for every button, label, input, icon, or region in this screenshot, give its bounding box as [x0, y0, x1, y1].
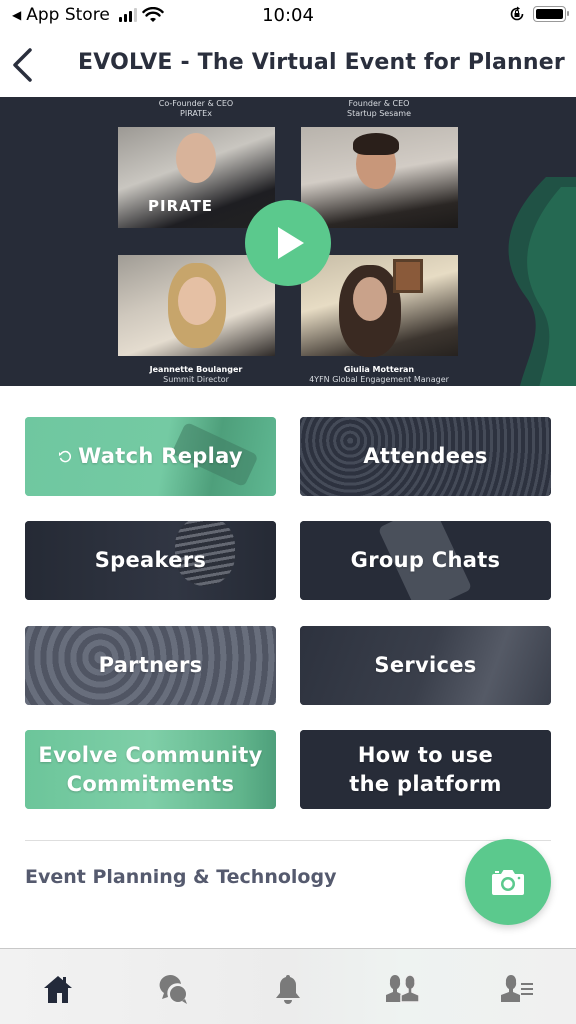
speaker-caption-3: Jeannette Boulanger Summit Director [149, 365, 243, 384]
evolve-community-label-line2: Commitments [66, 771, 235, 796]
camera-icon [492, 870, 524, 895]
speaker-video-tile [301, 255, 458, 357]
tab-profile[interactable] [498, 969, 538, 1009]
play-button[interactable] [245, 200, 331, 286]
divider [25, 840, 551, 841]
section-title: Event Planning & Technology [25, 866, 337, 888]
group-chats-label: Group Chats [350, 548, 501, 572]
speakers-button[interactable]: Speakers [25, 521, 276, 600]
partners-label: Partners [98, 653, 203, 677]
how-to-use-label-line1: How to use [357, 742, 494, 767]
video-player[interactable]: Co-Founder & CEO PIRATEx Founder & CEO S… [0, 97, 576, 386]
speaker-caption-2: Founder & CEO Startup Sesame [346, 99, 412, 118]
chat-bubbles-icon [159, 974, 188, 1004]
speaker-video-tile [301, 127, 458, 228]
people-icon [386, 974, 420, 1003]
speaker-caption-1: Co-Founder & CEO PIRATEx [158, 99, 234, 118]
decorative-wave [508, 177, 576, 386]
speaker-caption-4: Giulia Motteran 4YFN Global Engagement M… [309, 365, 449, 384]
watch-replay-button[interactable]: Watch Replay [25, 417, 276, 496]
profile-list-icon [501, 974, 533, 1002]
tab-bar [0, 948, 576, 1024]
how-to-use-label-line2: the platform [349, 771, 502, 796]
services-label: Services [374, 653, 477, 677]
attendees-button[interactable]: Attendees [300, 417, 551, 496]
how-to-use-platform-button[interactable]: How to use the platform [300, 730, 551, 809]
group-chats-button[interactable]: Group Chats [300, 521, 551, 600]
replay-icon [59, 450, 72, 462]
rotation-lock-icon [510, 6, 524, 21]
battery-icon [533, 6, 569, 22]
tab-home[interactable] [38, 969, 78, 1009]
evolve-community-commitments-button[interactable]: Evolve Community Commitments [25, 730, 276, 809]
page-title: EVOLVE - The Virtual Event for Planners … [78, 50, 566, 75]
play-icon [278, 227, 304, 259]
bell-icon [276, 975, 300, 1004]
status-right [509, 6, 569, 22]
home-icon [44, 976, 72, 1003]
speaker-video-tile: PIRATE [118, 127, 275, 228]
speaker-video-tile [118, 255, 275, 356]
shirt-text: PIRATE [148, 197, 214, 215]
tab-people[interactable] [383, 969, 423, 1009]
services-button[interactable]: Services [300, 626, 551, 705]
back-button[interactable] [10, 46, 40, 86]
status-time: 10:04 [262, 5, 314, 26]
attendees-label: Attendees [363, 444, 488, 468]
tab-chats[interactable] [153, 969, 193, 1009]
tab-notifications[interactable] [268, 969, 308, 1009]
speakers-label: Speakers [94, 548, 207, 572]
partners-button[interactable]: Partners [25, 626, 276, 705]
watch-replay-label: Watch Replay [78, 444, 243, 468]
evolve-community-label-line1: Evolve Community [38, 742, 263, 767]
status-bar: ◀ App Store 10:04 [0, 0, 576, 34]
chevron-left-icon [13, 48, 32, 82]
camera-button[interactable] [465, 839, 551, 925]
navigation-bar: EVOLVE - The Virtual Event for Planners … [0, 34, 576, 96]
